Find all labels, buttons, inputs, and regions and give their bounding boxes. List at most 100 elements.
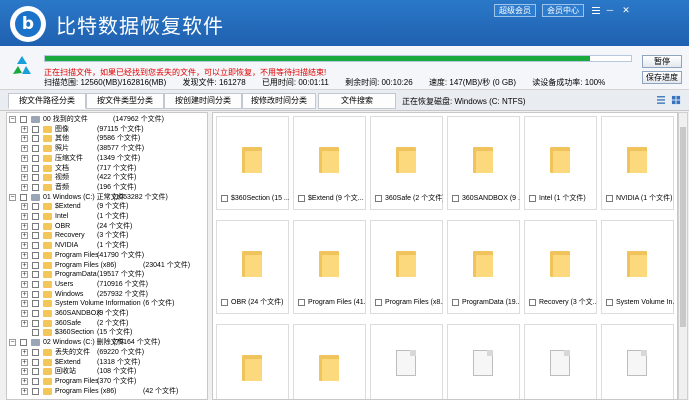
tile-checkbox[interactable]	[221, 195, 228, 202]
file-tile[interactable]: $Extend (9 个文...	[293, 116, 366, 210]
tree-checkbox[interactable]	[32, 154, 39, 162]
collapse-icon[interactable]: −	[9, 193, 16, 201]
tile-checkbox[interactable]	[375, 299, 382, 306]
tile-checkbox[interactable]	[221, 299, 228, 306]
tree-checkbox[interactable]	[32, 290, 39, 298]
file-tile[interactable]	[293, 324, 366, 399]
tree-checkbox[interactable]	[32, 213, 39, 220]
tab-search[interactable]: 文件搜索	[318, 93, 396, 109]
tree-row[interactable]: + OBR (24 个文件)	[7, 222, 207, 232]
expand-icon[interactable]: +	[21, 368, 28, 376]
tile-checkbox[interactable]	[452, 195, 459, 202]
file-tile[interactable]: OBR (24 个文件)	[216, 220, 289, 314]
tree-row[interactable]: + 图像 (97115 个文件)	[7, 125, 207, 135]
tree-checkbox[interactable]	[32, 387, 39, 395]
tree-row[interactable]: + $Extend (1318 个文件)	[7, 358, 207, 368]
tile-checkbox[interactable]	[606, 299, 613, 306]
expand-icon[interactable]: +	[21, 300, 28, 308]
tile-checkbox[interactable]	[529, 299, 536, 306]
tree-checkbox[interactable]	[32, 329, 39, 337]
expand-icon[interactable]: +	[21, 203, 28, 211]
expand-icon[interactable]: +	[21, 145, 28, 153]
file-tile[interactable]: NVIDIA (1 个文件)	[601, 116, 674, 210]
expand-icon[interactable]: +	[21, 319, 28, 327]
tab-by-path[interactable]: 按文件路径分类	[8, 93, 86, 109]
tile-checkbox[interactable]	[529, 195, 536, 202]
tree-row[interactable]: + Program Files (x86) (23041 个文件)	[7, 261, 207, 271]
tree-checkbox[interactable]	[32, 319, 39, 327]
file-tile[interactable]	[216, 324, 289, 399]
expand-icon[interactable]: +	[21, 125, 28, 133]
tree-row[interactable]: + 视频 (422 个文件)	[7, 173, 207, 183]
expand-icon[interactable]: +	[21, 135, 28, 143]
tree-checkbox[interactable]	[32, 174, 39, 182]
tree-row[interactable]: + Program Files (41790 个文件)	[7, 251, 207, 261]
expand-icon[interactable]: +	[21, 387, 28, 395]
file-tile[interactable]: 360Safe (2 个文件)	[370, 116, 443, 210]
tree-checkbox[interactable]	[32, 280, 39, 288]
expand-icon[interactable]: +	[21, 271, 28, 279]
tab-by-modified[interactable]: 按修改时间分类	[242, 93, 316, 109]
tree-checkbox[interactable]	[32, 348, 39, 356]
tree-row[interactable]: + Intel (1 个文件)	[7, 212, 207, 222]
tree-row[interactable]: +360Safe (2 个文件)	[7, 319, 207, 329]
tree-row[interactable]: + 其他 (9586 个文件)	[7, 134, 207, 144]
tile-checkbox[interactable]	[298, 299, 305, 306]
tree-checkbox[interactable]	[32, 203, 39, 211]
tree-checkbox[interactable]	[20, 339, 27, 347]
tree-row[interactable]: + 文档 (717 个文件)	[7, 164, 207, 174]
tree-checkbox[interactable]	[32, 358, 39, 366]
expand-icon[interactable]: +	[21, 222, 28, 230]
save-progress-button[interactable]: 保存进度	[642, 71, 682, 84]
tree-row[interactable]: −01 Windows (C:) 正常文件 (1053282 个文件)	[7, 193, 207, 203]
expand-icon[interactable]: +	[21, 183, 28, 191]
expand-icon[interactable]: +	[21, 251, 28, 259]
file-tile[interactable]: ProgramData (19...	[447, 220, 520, 314]
tree-checkbox[interactable]	[32, 242, 39, 250]
tree-row[interactable]: + $Extend (9 个文件)	[7, 202, 207, 212]
file-tile[interactable]: System Volume In...	[601, 220, 674, 314]
tree-row[interactable]: + 压缩文件 (1349 个文件)	[7, 154, 207, 164]
expand-icon[interactable]: +	[21, 174, 28, 182]
tile-checkbox[interactable]	[606, 195, 613, 202]
grid-view-icon[interactable]	[671, 95, 681, 105]
pause-button[interactable]: 暂停	[642, 55, 682, 68]
tree-row[interactable]: + 丢失的文件 (69220 个文件)	[7, 348, 207, 358]
expand-icon[interactable]: +	[21, 213, 28, 220]
tree-checkbox[interactable]	[32, 164, 39, 172]
expand-icon[interactable]: +	[21, 358, 28, 366]
expand-icon[interactable]: +	[21, 261, 28, 269]
file-tile[interactable]	[447, 324, 520, 399]
tree-row[interactable]: + Windows (257932 个文件)	[7, 290, 207, 300]
close-button[interactable]: ✕	[620, 4, 632, 17]
tree-checkbox[interactable]	[32, 251, 39, 259]
tree-row[interactable]: + ProgramData (19517 个文件)	[7, 270, 207, 280]
expand-icon[interactable]: +	[21, 348, 28, 356]
tree-checkbox[interactable]	[20, 116, 27, 123]
expand-icon[interactable]: +	[21, 164, 28, 172]
tree-checkbox[interactable]	[32, 183, 39, 191]
menu-icon[interactable]	[590, 4, 602, 17]
file-tile[interactable]: $360Section (15 ...	[216, 116, 289, 210]
tree-row[interactable]: + NVIDIA (1 个文件)	[7, 241, 207, 251]
tree-checkbox[interactable]	[32, 271, 39, 279]
minimize-button[interactable]: ─	[604, 4, 616, 17]
tree-row[interactable]: −02 Windows (C:) 删除文件 (79164 个文件)	[7, 338, 207, 348]
tree-checkbox[interactable]	[32, 377, 39, 385]
tree-checkbox[interactable]	[32, 368, 39, 376]
expand-icon[interactable]: +	[21, 280, 28, 288]
member-center-button[interactable]: 会员中心	[542, 4, 584, 17]
tree-row[interactable]: + Program Files (370 个文件)	[7, 377, 207, 387]
tree-row[interactable]: $360Section (15 个文件)	[7, 328, 207, 338]
tree-row[interactable]: + Users (710916 个文件)	[7, 280, 207, 290]
tree-row[interactable]: + Recovery (3 个文件)	[7, 231, 207, 241]
expand-icon[interactable]: +	[21, 290, 28, 298]
tree-row[interactable]: + System Volume Information (6 个文件)	[7, 299, 207, 309]
file-tile[interactable]	[524, 324, 597, 399]
collapse-icon[interactable]: −	[9, 116, 16, 123]
super-member-button[interactable]: 超级会员	[494, 4, 536, 17]
tile-checkbox[interactable]	[375, 195, 382, 202]
tree-checkbox[interactable]	[32, 222, 39, 230]
expand-icon[interactable]: +	[21, 377, 28, 385]
expand-icon[interactable]: +	[21, 154, 28, 162]
